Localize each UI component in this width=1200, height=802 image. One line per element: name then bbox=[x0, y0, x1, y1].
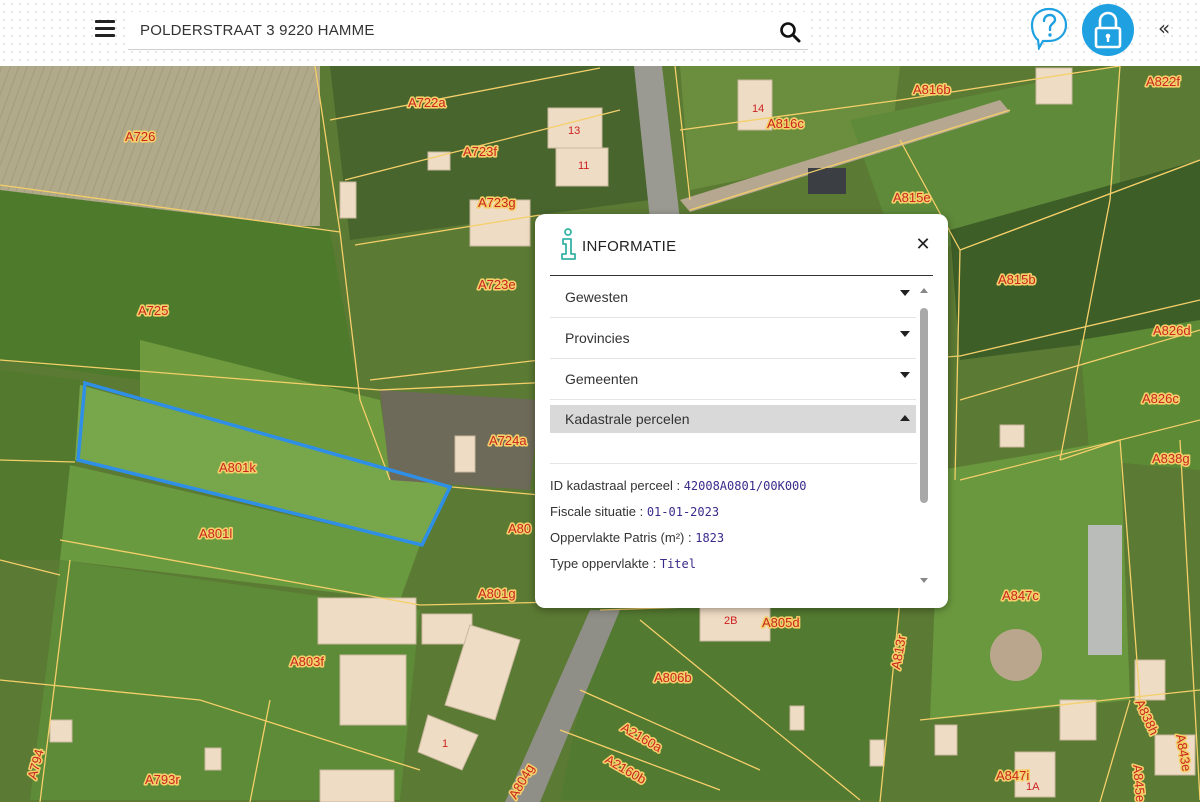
parcel-label-a806b: A806b bbox=[654, 670, 692, 685]
parcel-label-a815e: A815e bbox=[893, 190, 931, 205]
parcel-label-a2160a: A2160a bbox=[619, 720, 666, 756]
parcel-label-a722a: A722a bbox=[408, 95, 446, 110]
top-bar: « bbox=[0, 0, 1200, 66]
detail-area: Oppervlakte Patris (m²) : 1823 bbox=[550, 530, 725, 545]
house-number-1: 1 bbox=[442, 738, 448, 750]
parcel-label-a801k: A801k bbox=[219, 460, 256, 475]
detail-fiscal-situation: Fiscale situatie : 01-01-2023 bbox=[550, 504, 720, 519]
parcel-label-a845e: A845e bbox=[1130, 764, 1148, 802]
parcel-label-a804g: A804g bbox=[506, 761, 538, 801]
parcel-label-a805d: A805d bbox=[762, 615, 800, 630]
parcel-label-a816b: A816b bbox=[913, 82, 951, 97]
search-box bbox=[128, 12, 808, 50]
information-panel: INFORMATIE ✕ Gewesten Provincies Gemeent… bbox=[535, 214, 948, 608]
double-chevron-left-icon[interactable]: « bbox=[1158, 16, 1182, 40]
detail-area-type: Type oppervlakte : Titel bbox=[550, 556, 696, 571]
parcel-label-a847c: A847c bbox=[1002, 588, 1039, 603]
parcel-label-a723f: A723f bbox=[463, 144, 497, 159]
parcel-label-a813r: A813r bbox=[888, 633, 909, 670]
detail-label: Fiscale situatie bbox=[550, 504, 636, 519]
detail-value: Titel bbox=[659, 557, 696, 571]
accordion-label: Provincies bbox=[565, 330, 630, 346]
parcel-label-a801l: A801l bbox=[199, 526, 232, 541]
parcel-label-a816c: A816c bbox=[767, 116, 804, 131]
info-icon bbox=[558, 228, 580, 262]
accordion-label: Gewesten bbox=[565, 289, 629, 305]
house-number-11: 11 bbox=[578, 160, 589, 172]
panel-title: INFORMATIE bbox=[582, 238, 677, 255]
parcel-label-a822f: A822f bbox=[1146, 74, 1180, 89]
accordion-gewesten[interactable]: Gewesten bbox=[550, 278, 916, 318]
accordion-kadastrale-percelen[interactable]: Kadastrale percelen bbox=[550, 405, 916, 433]
parcel-label-a723g: A723g bbox=[478, 195, 516, 210]
detail-parcel-id: ID kadastraal perceel : 42008A0801/00K00… bbox=[550, 478, 807, 493]
parcel-label-a803f: A803f bbox=[290, 654, 324, 669]
accordion-label: Gemeenten bbox=[565, 371, 639, 387]
accordion-provincies[interactable]: Provincies bbox=[550, 319, 916, 359]
parcel-label-a801g: A801g bbox=[478, 586, 516, 601]
parcel-label-a80: A80 bbox=[508, 521, 531, 536]
parcel-label-a838h: A838h bbox=[1132, 697, 1161, 737]
lock-icon[interactable] bbox=[1082, 4, 1134, 56]
help-question-icon[interactable] bbox=[1029, 6, 1069, 52]
parcel-label-a843e: A843e bbox=[1173, 733, 1194, 773]
parcel-label-a847i: A847i bbox=[996, 768, 1029, 783]
parcel-label-a826c: A826c bbox=[1142, 391, 1179, 406]
parcel-label-a723e: A723e bbox=[478, 277, 516, 292]
accordion-gemeenten[interactable]: Gemeenten bbox=[550, 360, 916, 400]
detail-label: Type oppervlakte bbox=[550, 556, 650, 571]
parcel-label-a794: A794 bbox=[24, 748, 46, 781]
scroll-up-icon[interactable] bbox=[920, 288, 928, 293]
scroll-thumb[interactable] bbox=[920, 308, 928, 503]
caret-up-icon bbox=[900, 415, 910, 421]
detail-value: 1823 bbox=[695, 531, 725, 545]
scroll-down-icon[interactable] bbox=[920, 578, 928, 583]
house-number-2b: 2B bbox=[724, 615, 737, 627]
caret-down-icon bbox=[900, 331, 910, 337]
hamburger-icon[interactable] bbox=[95, 20, 115, 38]
accordion-label: Kadastrale percelen bbox=[565, 411, 690, 427]
divider bbox=[550, 463, 917, 464]
parcel-label-a725: A725 bbox=[138, 303, 168, 318]
parcel-label-a793r: A793r bbox=[145, 772, 180, 787]
parcel-label-a815b: A815b bbox=[998, 272, 1036, 287]
house-number-14: 14 bbox=[752, 103, 764, 115]
parcel-label-a2160b: A2160b bbox=[603, 752, 649, 787]
caret-down-icon bbox=[900, 290, 910, 296]
panel-scrollbar[interactable] bbox=[920, 288, 928, 586]
parcel-label-a724a: A724a bbox=[489, 433, 527, 448]
parcel-label-a838g: A838g bbox=[1152, 451, 1190, 466]
house-number-1a: 1A bbox=[1026, 781, 1040, 793]
house-number-13: 13 bbox=[568, 125, 580, 137]
panel-header: INFORMATIE ✕ bbox=[550, 228, 933, 276]
close-icon[interactable]: ✕ bbox=[912, 234, 934, 256]
parcel-label-a726: A726 bbox=[125, 129, 155, 144]
parcel-label-a826d: A826d bbox=[1153, 323, 1191, 338]
panel-body: Gewesten Provincies Gemeenten Kadastrale… bbox=[550, 278, 917, 592]
search-icon[interactable] bbox=[778, 20, 802, 44]
detail-value: 42008A0801/00K000 bbox=[683, 479, 807, 493]
detail-label: Oppervlakte Patris (m²) bbox=[550, 530, 685, 545]
caret-down-icon bbox=[900, 372, 910, 378]
detail-label: ID kadastraal perceel bbox=[550, 478, 673, 493]
detail-value: 01-01-2023 bbox=[646, 505, 720, 519]
search-input[interactable] bbox=[128, 12, 758, 48]
